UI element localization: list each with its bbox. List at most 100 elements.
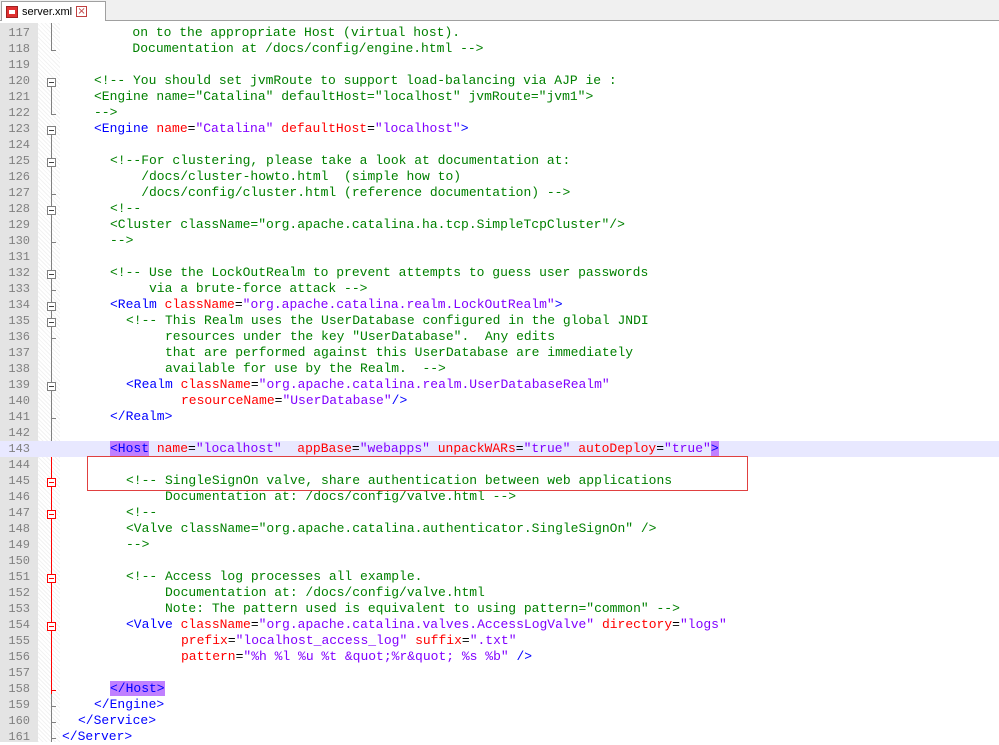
code-line[interactable]: 141 </Realm> [0, 409, 999, 425]
code-text: <!--For clustering, please take a look a… [110, 153, 571, 168]
line-number: 131 [8, 250, 30, 264]
xml-value: "localhost" [195, 441, 282, 456]
line-number: 139 [8, 378, 30, 392]
code-line[interactable]: 159 </Engine> [0, 697, 999, 713]
tab-server-xml[interactable]: server.xml × [1, 1, 106, 21]
code-text: prefix="localhost_access_log" suffix=".t… [181, 633, 517, 648]
xml-tag: <Realm [110, 297, 157, 312]
code-line[interactable]: 125 <!--For clustering, please take a loo… [0, 153, 999, 169]
code-line[interactable]: 147 <!-- [0, 505, 999, 521]
code-line[interactable]: 124 [0, 137, 999, 153]
code-line[interactable]: 129 <Cluster className="org.apache.catali… [0, 217, 999, 233]
line-number: 148 [8, 522, 30, 536]
code-line[interactable]: 131 [0, 249, 999, 265]
line-number: 150 [8, 554, 30, 568]
code-line[interactable]: 157 [0, 665, 999, 681]
code-line[interactable]: 161 </Server> [0, 729, 999, 745]
xml-attr: name [156, 441, 189, 456]
code-text: <Valve className="org.apache.catalina.au… [126, 521, 657, 536]
code-line[interactable]: 135 <!-- This Realm uses the UserDatabase… [0, 313, 999, 329]
code-line[interactable]: 149 --> [0, 537, 999, 553]
xml-value: "webapps" [359, 441, 430, 456]
code-line[interactable]: 122 --> [0, 105, 999, 121]
line-number: 161 [8, 730, 30, 744]
line-number: 117 [8, 26, 30, 40]
xml-attr: prefix [181, 633, 228, 648]
xml-tag: <Valve [126, 617, 173, 632]
line-number: 142 [8, 426, 30, 440]
line-number: 136 [8, 330, 30, 344]
line-number: 147 [8, 506, 30, 520]
line-number: 134 [8, 298, 30, 312]
line-number: 156 [8, 650, 30, 664]
line-number: 130 [8, 234, 30, 248]
code-line[interactable]: 160 </Service> [0, 713, 999, 729]
code-line[interactable]: 142 [0, 425, 999, 441]
code-text: <Engine name="Catalina" defaultHost="loc… [94, 121, 469, 136]
code-line[interactable]: 128 <!-- [0, 201, 999, 217]
code-line[interactable]: 138 available for use by the Realm. --> [0, 361, 999, 377]
code-line[interactable]: 119 [0, 57, 999, 73]
line-number: 145 [8, 474, 30, 488]
code-line[interactable]: 148 <Valve className="org.apache.catalina… [0, 521, 999, 537]
tab-label: server.xml [22, 5, 73, 18]
code-line[interactable]: 126 /docs/cluster-howto.html (simple how… [0, 169, 999, 185]
file-modified-icon [6, 5, 18, 18]
close-icon[interactable]: × [76, 6, 88, 17]
code-editor[interactable]: 117 on to the appropriate Host (virtual … [0, 23, 999, 745]
xml-attr: unpackWARs [437, 441, 516, 456]
code-line[interactable]: 133 via a brute-force attack --> [0, 281, 999, 297]
code-text: </Server> [62, 729, 133, 744]
line-number: 119 [8, 58, 30, 72]
code-text: <Engine name="Catalina" defaultHost="loc… [94, 89, 594, 104]
code-text: <!-- [126, 505, 158, 520]
line-number: 125 [8, 154, 30, 168]
code-line[interactable]: 117 on to the appropriate Host (virtual … [0, 25, 999, 41]
code-line[interactable]: 132 <!-- Use the LockOutRealm to prevent … [0, 265, 999, 281]
code-line[interactable]: 120 <!-- You should set jvmRoute to suppo… [0, 73, 999, 89]
xml-value: "org.apache.catalina.valves.AccessLogVal… [258, 617, 595, 632]
code-line[interactable]: 156 pattern="%h %l %u %t &quot;%r&quot; %… [0, 649, 999, 665]
code-text: pattern="%h %l %u %t &quot;%r&quot; %s %… [181, 649, 533, 664]
xml-attr: autoDeploy [578, 441, 657, 456]
line-number: 118 [8, 42, 30, 56]
line-number: 127 [8, 186, 30, 200]
xml-attr: className [164, 297, 235, 312]
code-text: resources under the key "UserDatabase". … [126, 329, 556, 344]
code-line[interactable]: 155 prefix="localhost_access_log" suffix=… [0, 633, 999, 649]
line-number: 155 [8, 634, 30, 648]
code-line[interactable]: 130 --> [0, 233, 999, 249]
xml-attr: appBase [297, 441, 352, 456]
code-text: <Valve className="org.apache.catalina.va… [126, 617, 727, 632]
code-line[interactable]: 158 </Host> [0, 681, 999, 697]
xml-attr: resourceName [181, 393, 275, 408]
code-line[interactable]: 137 that are performed against this User… [0, 345, 999, 361]
code-line[interactable]: 127 /docs/config/cluster.html (reference… [0, 185, 999, 201]
code-line[interactable]: 123 <Engine name="Catalina" defaultHost="… [0, 121, 999, 137]
xml-tag-end-matched: > [710, 441, 719, 456]
xml-attr: defaultHost [281, 121, 368, 136]
code-line[interactable]: 134 <Realm className="org.apache.catalina… [0, 297, 999, 313]
line-number: 151 [8, 570, 30, 584]
xml-value: "%h %l %u %t &quot;%r&quot; %s %b" [243, 649, 509, 664]
code-text: <Host name="localhost" appBase="webapps"… [110, 441, 719, 456]
code-line[interactable]: 136 resources under the key "UserDatabas… [0, 329, 999, 345]
xml-tag-end: > [460, 121, 469, 136]
code-line[interactable]: 150 [0, 553, 999, 569]
code-text: </Service> [78, 713, 157, 728]
xml-attr: directory [601, 617, 673, 632]
code-line[interactable]: 118 Documentation at /docs/config/engine… [0, 41, 999, 57]
code-line[interactable]: 153 Note: The pattern used is equivalent… [0, 601, 999, 617]
code-text: /docs/cluster-howto.html (simple how to) [110, 169, 462, 184]
code-line[interactable]: 151 <!-- Access log processes all example… [0, 569, 999, 585]
code-line[interactable]: 139 <Realm className="org.apache.catalina… [0, 377, 999, 393]
code-line[interactable]: 146 Documentation at: /docs/config/valve… [0, 489, 999, 505]
line-number: 137 [8, 346, 30, 360]
line-number: 153 [8, 602, 30, 616]
code-line[interactable]: 152 Documentation at: /docs/config/valve… [0, 585, 999, 601]
line-number: 158 [8, 682, 30, 696]
code-line[interactable]: 154 <Valve className="org.apache.catalina… [0, 617, 999, 633]
code-line-current[interactable]: 143 <Host name="localhost" appBase="webap… [0, 441, 999, 457]
code-line[interactable]: 121 <Engine name="Catalina" defaultHost="… [0, 89, 999, 105]
code-line[interactable]: 140 resourceName="UserDatabase"/> [0, 393, 999, 409]
